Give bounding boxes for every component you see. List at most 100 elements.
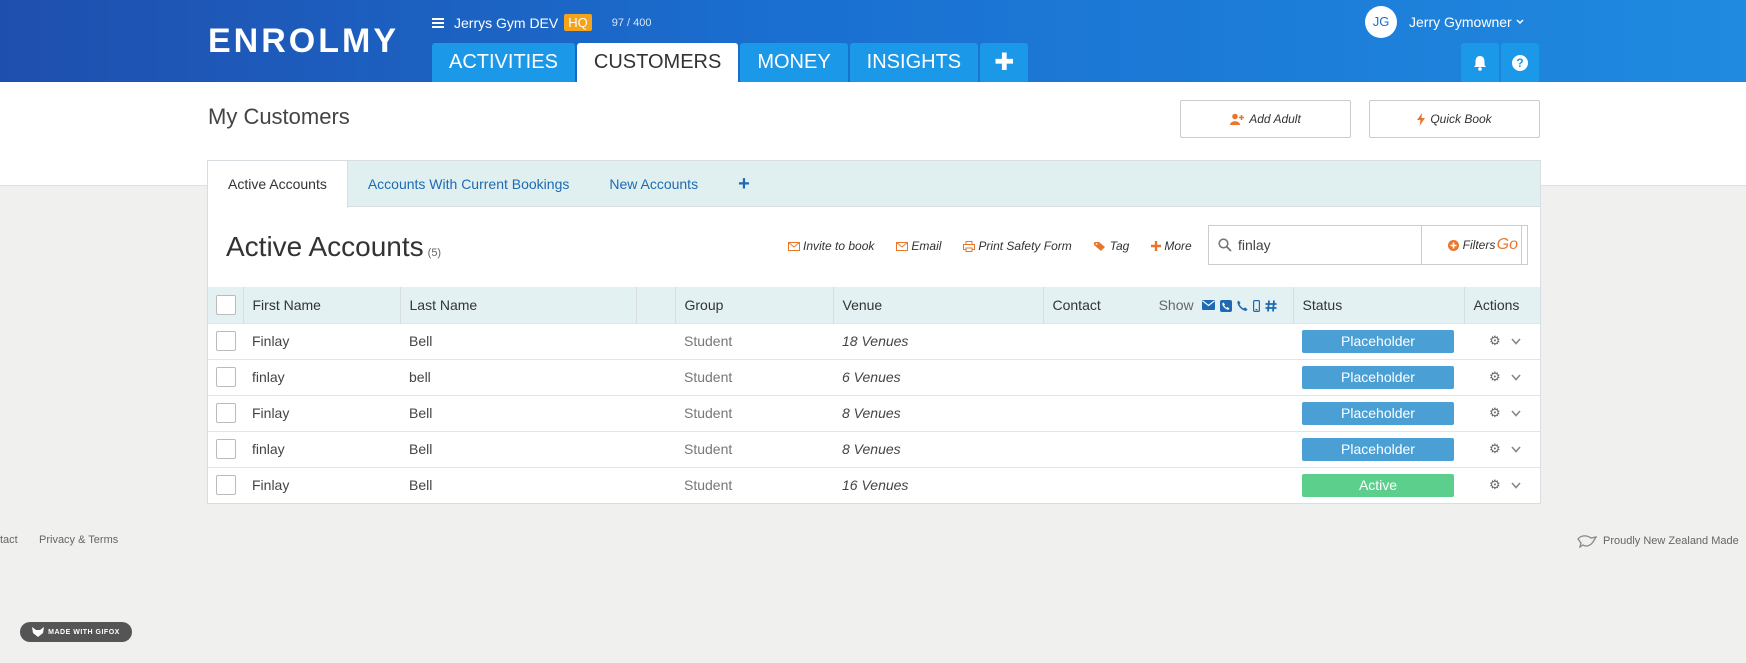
first-name-cell[interactable]: Finlay [243, 322, 400, 359]
spacer-cell [636, 322, 675, 359]
print-safety-form-action[interactable]: Print Safety Form [963, 239, 1072, 253]
table-row[interactable]: Finlay Bell Student 8 Venues Placeholder… [208, 394, 1540, 431]
org-name[interactable]: Jerrys Gym DEV [454, 15, 558, 31]
venue-cell[interactable]: 8 Venues [833, 394, 1043, 431]
group-cell: Student [675, 394, 833, 431]
chevron-down-icon[interactable] [1516, 19, 1524, 25]
chevron-down-icon[interactable] [1511, 409, 1521, 417]
hash-icon[interactable] [1265, 300, 1277, 312]
tag-icon [1093, 241, 1105, 251]
print-label: Print Safety Form [978, 239, 1072, 253]
tab-new-accounts[interactable]: New Accounts [589, 161, 718, 206]
venue-cell[interactable]: 16 Venues [833, 466, 1043, 503]
org-switcher[interactable]: Jerrys Gym DEV HQ 97 / 400 [432, 14, 652, 31]
mobile-icon[interactable] [1252, 300, 1260, 313]
tag-label: Tag [1109, 239, 1130, 253]
user-name[interactable]: Jerry Gymowner [1409, 14, 1512, 30]
nav-tab-activities[interactable]: ACTIVITIES [432, 43, 575, 82]
table-row[interactable]: finlay Bell Student 8 Venues Placeholder… [208, 430, 1540, 467]
tag-action[interactable]: Tag [1093, 239, 1130, 253]
quick-book-button[interactable]: Quick Book [1369, 100, 1540, 138]
status-badge[interactable]: Active [1302, 473, 1454, 497]
email-toggle-icon[interactable] [1201, 300, 1215, 311]
col-venue[interactable]: Venue [833, 287, 1044, 323]
nav-tab-customers[interactable]: CUSTOMERS [576, 43, 739, 82]
select-all-checkbox[interactable] [216, 294, 236, 315]
nz-label: Proudly New Zealand Made [1603, 535, 1739, 547]
footer-contact-link[interactable]: tact [0, 534, 18, 546]
row-checkbox[interactable] [216, 439, 236, 459]
col-status[interactable]: Status [1293, 287, 1465, 323]
status-badge[interactable]: Placeholder [1302, 329, 1454, 353]
add-tab-icon[interactable]: + [718, 161, 770, 206]
account-count: (5) [427, 247, 442, 259]
tab-active-accounts[interactable]: Active Accounts [208, 161, 348, 208]
accounts-panel: Active Accounts Accounts With Current Bo… [207, 160, 1541, 504]
col-first-name[interactable]: First Name [243, 287, 401, 323]
venue-cell[interactable]: 18 Venues [833, 322, 1043, 359]
venue-cell[interactable]: 8 Venues [833, 430, 1043, 467]
enrolmy-logo[interactable]: ENROLMY [208, 22, 399, 61]
help-icon[interactable]: ? [1501, 43, 1539, 82]
nav-tab-insights[interactable]: INSIGHTS [849, 43, 979, 82]
phone-icon[interactable] [1236, 300, 1248, 312]
gear-icon[interactable]: ⚙ [1489, 405, 1501, 421]
envelope-icon [896, 241, 909, 251]
spacer-cell [636, 394, 675, 431]
row-checkbox[interactable] [216, 475, 236, 496]
menu-icon[interactable] [432, 17, 444, 28]
gear-icon[interactable]: ⚙ [1489, 477, 1501, 493]
chevron-down-icon[interactable] [1511, 482, 1521, 489]
email-action[interactable]: Email [896, 239, 941, 253]
venue-cell[interactable]: 6 Venues [833, 358, 1043, 395]
status-badge[interactable]: Placeholder [1302, 401, 1454, 425]
nav-add-icon[interactable]: ✚ [980, 43, 1029, 82]
table-row[interactable]: finlay bell Student 6 Venues Placeholder… [208, 358, 1540, 395]
phone-square-icon[interactable] [1219, 300, 1232, 313]
footer-privacy-link[interactable]: Privacy & Terms [39, 534, 118, 546]
watermark-label: MADE WITH GIFOX [48, 628, 120, 636]
main-nav: ACTIVITIES CUSTOMERS MONEY INSIGHTS ✚ [432, 43, 1030, 82]
tab-current-bookings[interactable]: Accounts With Current Bookings [348, 161, 590, 206]
last-name-cell[interactable]: Bell [400, 430, 636, 467]
last-name-cell[interactable]: Bell [400, 394, 636, 431]
header-icons: ? [1459, 43, 1539, 82]
gear-icon[interactable]: ⚙ [1489, 333, 1501, 349]
row-checkbox[interactable] [216, 403, 236, 423]
more-action[interactable]: More [1151, 239, 1192, 253]
chevron-down-icon[interactable] [1511, 445, 1521, 453]
last-name-cell[interactable]: Bell [400, 466, 636, 503]
gear-icon[interactable]: ⚙ [1489, 441, 1501, 457]
group-cell: Student [675, 430, 833, 467]
avatar[interactable]: JG [1365, 6, 1397, 38]
group-cell: Student [675, 358, 833, 395]
first-name-cell[interactable]: Finlay [243, 394, 400, 431]
col-group[interactable]: Group [675, 287, 834, 323]
contact-cell [1043, 358, 1293, 395]
col-last-name[interactable]: Last Name [400, 287, 637, 323]
first-name-cell[interactable]: Finlay [243, 466, 400, 503]
status-badge[interactable]: Placeholder [1302, 437, 1454, 461]
table-header-row: First Name Last Name Group Venue Contact… [208, 287, 1540, 323]
status-badge[interactable]: Placeholder [1302, 365, 1454, 389]
user-menu[interactable]: JG Jerry Gymowner [1365, 6, 1524, 38]
table-row[interactable]: Finlay Bell Student 16 Venues Active ⚙ [208, 466, 1540, 503]
add-adult-button[interactable]: Add Adult [1180, 100, 1351, 138]
bell-icon[interactable] [1461, 43, 1499, 82]
chevron-down-icon[interactable] [1511, 337, 1521, 345]
bolt-icon [1417, 112, 1426, 126]
invite-to-book-action[interactable]: Invite to book [788, 239, 874, 253]
first-name-cell[interactable]: finlay [243, 358, 400, 395]
envelope-icon [788, 241, 800, 251]
last-name-cell[interactable]: Bell [400, 322, 636, 359]
filters-label: Filters [1462, 238, 1496, 252]
nav-tab-money[interactable]: MONEY [740, 43, 848, 82]
gear-icon[interactable]: ⚙ [1489, 369, 1501, 385]
row-checkbox[interactable] [216, 331, 236, 351]
filters-button[interactable]: Filters [1421, 225, 1522, 265]
chevron-down-icon[interactable] [1511, 373, 1521, 381]
table-row[interactable]: Finlay Bell Student 18 Venues Placeholde… [208, 322, 1540, 359]
row-checkbox[interactable] [216, 367, 236, 387]
last-name-cell[interactable]: bell [400, 358, 636, 395]
first-name-cell[interactable]: finlay [243, 430, 400, 467]
